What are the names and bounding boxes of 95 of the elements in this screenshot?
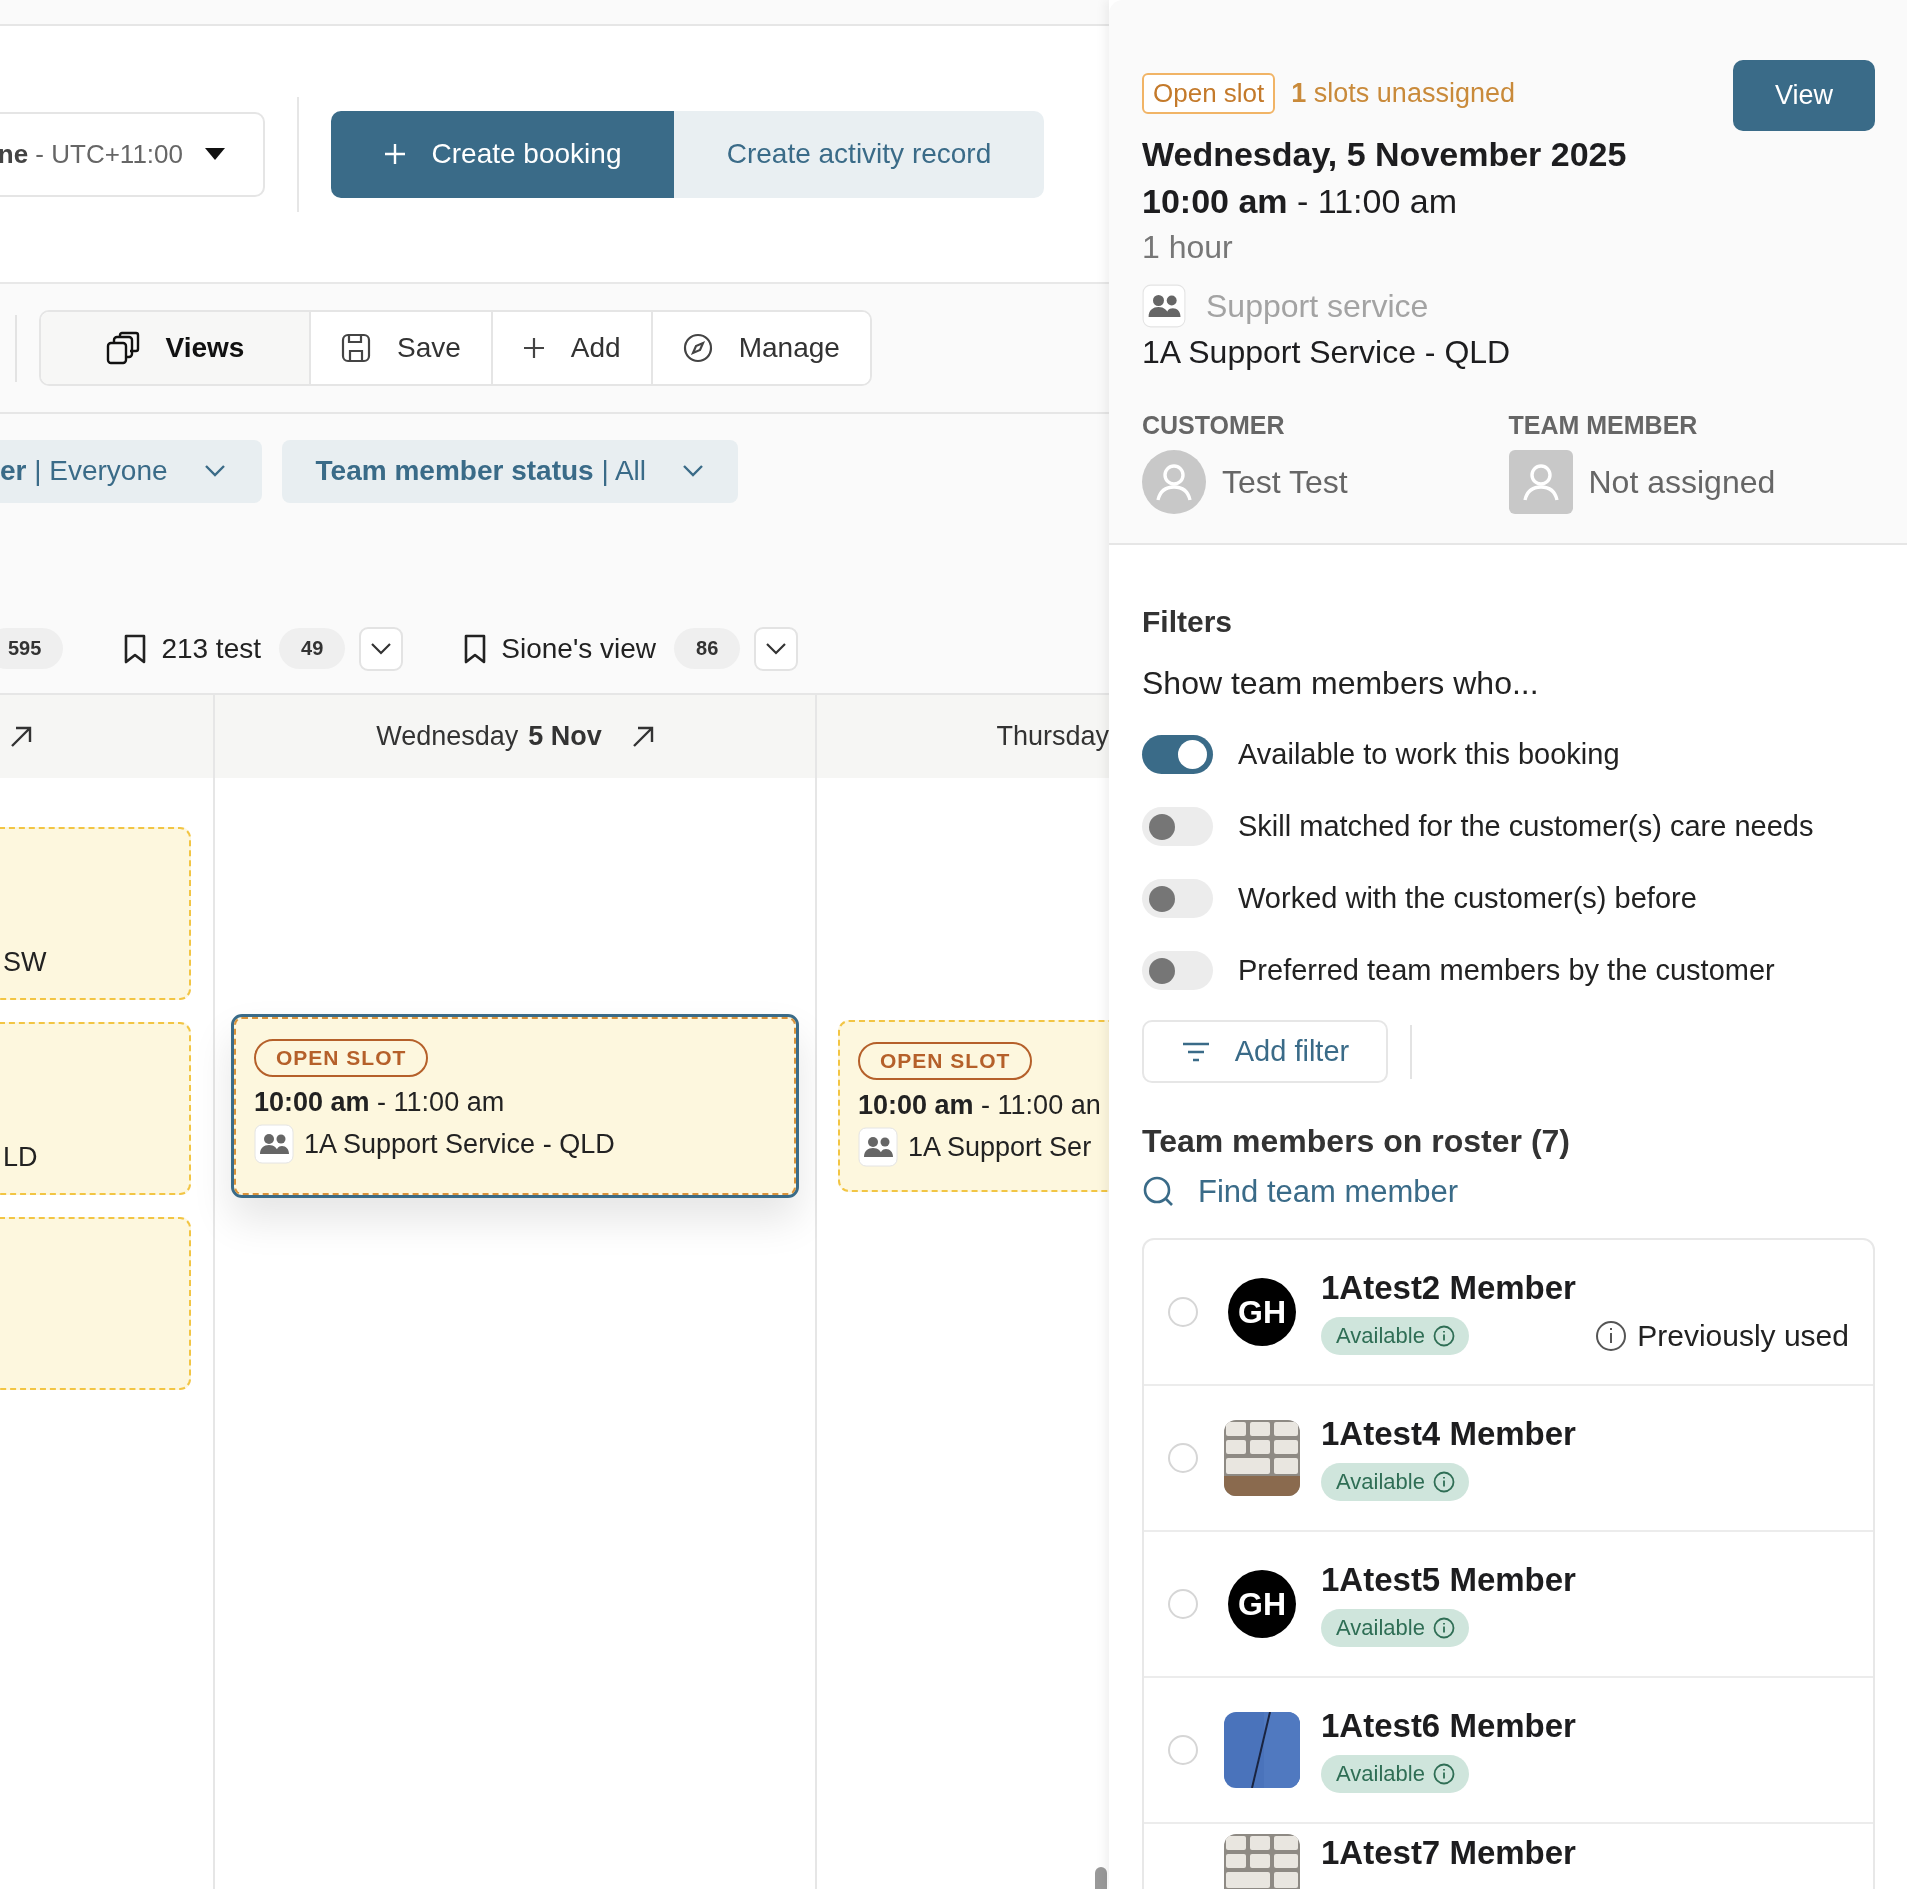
avatar-icon [1508,450,1573,514]
info-icon [1432,1471,1455,1493]
count-badge: 86 [674,628,741,669]
service-name: 1A Support Service - QLD [304,1128,615,1160]
dropdown-button[interactable] [754,626,799,671]
view-button[interactable]: View [1733,60,1875,131]
service-name: 1A Support Ser [908,1131,1092,1163]
open-arrow-icon[interactable] [631,725,654,748]
roster-heading: Team members on roster (7) [1142,1123,1571,1160]
avatar-icon [1142,450,1206,514]
count-badge: 595 [0,628,64,669]
toggle-switch[interactable] [1142,951,1213,990]
info-icon [1432,1617,1455,1639]
previously-used-text: Previously used [1637,1319,1849,1353]
count-badge: 49 [279,628,346,669]
member-name: 1Atest5 Member [1321,1561,1577,1599]
caret-icon [205,148,225,160]
info-icon [1432,1325,1455,1347]
radio-button[interactable] [1168,1297,1198,1327]
find-team-member-button[interactable]: Find team member [1142,1174,1459,1210]
toggle-switch[interactable] [1142,735,1213,774]
customer-label: CUSTOMER [1142,411,1286,440]
availability-badge[interactable]: Available [1321,1755,1469,1793]
booking-card[interactable]: OPEN SLOT 10:00 am - 11:00 am 1A Support Service - QLD [231,1014,799,1198]
radio-button[interactable] [1168,1443,1198,1473]
bookmark-icon [463,632,488,665]
bookmark-icon [123,632,148,665]
save-icon [341,333,371,363]
member-name: 1Atest2 Member [1321,1269,1577,1307]
booking-text: SW [3,947,47,978]
create-activity-record-button[interactable]: Create activity record [674,110,1044,198]
member-name: 1Atest4 Member [1321,1415,1577,1453]
member-name: 1Atest7 Member [1321,1834,1577,1872]
status-badge: Open slot [1142,73,1276,114]
filters-subtitle: Show team members who... [1142,665,1540,702]
day-header: Wednesday 5 Nov [376,721,602,752]
team-member-label: TEAM MEMBER [1508,411,1699,440]
booking-card[interactable]: LD [0,1022,191,1195]
booking-date: Wednesday, 5 November 2025 [1142,135,1628,174]
people-icon [858,1127,898,1167]
toggle-switch[interactable] [1142,807,1213,846]
chevron-down-icon [370,641,393,656]
day-header: Thursday [996,721,1109,752]
service-name: 1A Support Service - QLD [1142,334,1512,371]
dropdown-button[interactable] [359,626,404,671]
open-slot-badge: OPEN SLOT [858,1042,1033,1080]
initials-avatar: GH [1228,1278,1296,1346]
chevron-down-icon [765,641,788,656]
filter-icon [1180,1040,1211,1063]
member-name: 1Atest6 Member [1321,1707,1577,1745]
filter-chip[interactable]: er | Everyone [0,439,262,503]
timezone-dropdown[interactable]: ne - UTC+11:00 [0,111,265,197]
chevron-down-icon [203,464,226,478]
team-member-name: Not assigned [1588,463,1776,501]
filter-chip[interactable]: Team member status | All [281,439,739,503]
booking-text: LD [3,1142,38,1173]
plus-icon [383,143,406,165]
toolbar-button[interactable]: Views [41,312,309,384]
copy-icon [105,331,140,365]
booking-card[interactable]: OPEN SLOT 10:00 am - 11:00 an 1A Support Ser [838,1020,1109,1192]
booking-time: 10:00 am - 11:00 am [1142,182,1458,221]
availability-badge[interactable]: Available [1321,1317,1469,1355]
initials-avatar: GH [1228,1570,1296,1638]
availability-badge[interactable]: Available [1321,1609,1469,1647]
customer-name: Test Test [1222,463,1348,501]
filters-heading: Filters [1142,605,1234,639]
radio-button[interactable] [1168,1589,1198,1619]
people-icon [254,1124,294,1164]
open-slot-badge: OPEN SLOT [254,1039,429,1077]
booking-time: 10:00 am - 11:00 am [254,1087,505,1118]
info-icon [1432,1763,1455,1785]
info-icon[interactable] [1595,1320,1628,1352]
saved-view-link[interactable]: Sione's view [501,632,657,665]
open-arrow-icon[interactable] [10,725,32,748]
toggle-label: Preferred team members by the customer [1238,954,1775,987]
scrollbar-thumb[interactable] [1095,1867,1107,1889]
toolbar-button[interactable]: Manage [650,312,870,384]
service-label: Support service [1206,287,1429,325]
booking-card[interactable]: SW [0,827,191,1000]
compass-icon [682,333,713,363]
toggle-switch[interactable] [1142,879,1213,918]
people-icon [1142,284,1186,328]
availability-badge[interactable]: Available [1321,1463,1469,1501]
toggle-label: Skill matched for the customer(s) care needs [1238,810,1814,843]
chevron-down-icon [682,464,705,478]
saved-view-link[interactable]: 213 test [161,632,261,665]
duration-text: 1 hour [1142,229,1234,266]
plus-icon [522,337,545,359]
unassigned-text: 1 slots unassigned [1291,78,1515,109]
toggle-label: Available to work this booking [1238,738,1620,771]
create-booking-button[interactable]: Create booking [331,110,674,198]
booking-time: 10:00 am - 11:00 an [858,1090,1101,1121]
toggle-label: Worked with the customer(s) before [1238,882,1697,915]
add-filter-button[interactable]: Add filter [1142,1020,1388,1083]
radio-button[interactable] [1168,1735,1198,1765]
